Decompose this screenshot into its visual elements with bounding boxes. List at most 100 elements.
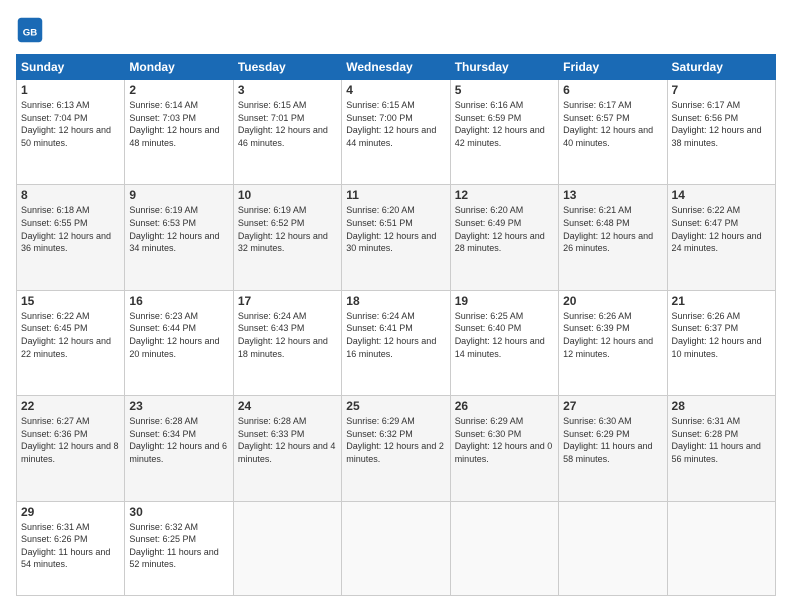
logo: GB	[16, 16, 48, 44]
day-number: 22	[21, 399, 120, 413]
calendar-cell: 19 Sunrise: 6:25 AMSunset: 6:40 PMDaylig…	[450, 290, 558, 395]
day-number: 28	[672, 399, 771, 413]
day-info: Sunrise: 6:24 AMSunset: 6:43 PMDaylight:…	[238, 310, 337, 360]
day-info: Sunrise: 6:22 AMSunset: 6:47 PMDaylight:…	[672, 204, 771, 254]
day-info: Sunrise: 6:17 AMSunset: 6:56 PMDaylight:…	[672, 99, 771, 149]
day-number: 9	[129, 188, 228, 202]
day-number: 3	[238, 83, 337, 97]
day-number: 1	[21, 83, 120, 97]
day-header-wednesday: Wednesday	[342, 55, 450, 80]
calendar-cell: 17 Sunrise: 6:24 AMSunset: 6:43 PMDaylig…	[233, 290, 341, 395]
calendar-cell: 12 Sunrise: 6:20 AMSunset: 6:49 PMDaylig…	[450, 185, 558, 290]
day-number: 14	[672, 188, 771, 202]
calendar-cell: 21 Sunrise: 6:26 AMSunset: 6:37 PMDaylig…	[667, 290, 775, 395]
day-info: Sunrise: 6:27 AMSunset: 6:36 PMDaylight:…	[21, 415, 120, 465]
day-header-sunday: Sunday	[17, 55, 125, 80]
calendar-cell: 11 Sunrise: 6:20 AMSunset: 6:51 PMDaylig…	[342, 185, 450, 290]
day-number: 15	[21, 294, 120, 308]
day-info: Sunrise: 6:23 AMSunset: 6:44 PMDaylight:…	[129, 310, 228, 360]
day-number: 16	[129, 294, 228, 308]
day-number: 10	[238, 188, 337, 202]
calendar-cell	[559, 501, 667, 595]
day-info: Sunrise: 6:14 AMSunset: 7:03 PMDaylight:…	[129, 99, 228, 149]
calendar-cell: 14 Sunrise: 6:22 AMSunset: 6:47 PMDaylig…	[667, 185, 775, 290]
calendar-cell: 25 Sunrise: 6:29 AMSunset: 6:32 PMDaylig…	[342, 396, 450, 501]
day-number: 12	[455, 188, 554, 202]
calendar-cell: 2 Sunrise: 6:14 AMSunset: 7:03 PMDayligh…	[125, 80, 233, 185]
day-info: Sunrise: 6:13 AMSunset: 7:04 PMDaylight:…	[21, 99, 120, 149]
day-info: Sunrise: 6:15 AMSunset: 7:01 PMDaylight:…	[238, 99, 337, 149]
day-header-monday: Monday	[125, 55, 233, 80]
day-info: Sunrise: 6:22 AMSunset: 6:45 PMDaylight:…	[21, 310, 120, 360]
day-info: Sunrise: 6:15 AMSunset: 7:00 PMDaylight:…	[346, 99, 445, 149]
day-info: Sunrise: 6:31 AMSunset: 6:26 PMDaylight:…	[21, 521, 120, 571]
day-info: Sunrise: 6:26 AMSunset: 6:37 PMDaylight:…	[672, 310, 771, 360]
day-number: 27	[563, 399, 662, 413]
day-info: Sunrise: 6:25 AMSunset: 6:40 PMDaylight:…	[455, 310, 554, 360]
day-number: 25	[346, 399, 445, 413]
day-info: Sunrise: 6:20 AMSunset: 6:49 PMDaylight:…	[455, 204, 554, 254]
day-number: 17	[238, 294, 337, 308]
day-header-tuesday: Tuesday	[233, 55, 341, 80]
calendar-cell	[342, 501, 450, 595]
calendar-cell: 26 Sunrise: 6:29 AMSunset: 6:30 PMDaylig…	[450, 396, 558, 501]
day-number: 21	[672, 294, 771, 308]
calendar-cell	[233, 501, 341, 595]
day-info: Sunrise: 6:17 AMSunset: 6:57 PMDaylight:…	[563, 99, 662, 149]
day-number: 13	[563, 188, 662, 202]
day-info: Sunrise: 6:32 AMSunset: 6:25 PMDaylight:…	[129, 521, 228, 571]
calendar-cell: 30 Sunrise: 6:32 AMSunset: 6:25 PMDaylig…	[125, 501, 233, 595]
day-info: Sunrise: 6:20 AMSunset: 6:51 PMDaylight:…	[346, 204, 445, 254]
calendar-cell: 10 Sunrise: 6:19 AMSunset: 6:52 PMDaylig…	[233, 185, 341, 290]
day-info: Sunrise: 6:28 AMSunset: 6:34 PMDaylight:…	[129, 415, 228, 465]
day-number: 19	[455, 294, 554, 308]
calendar-cell: 4 Sunrise: 6:15 AMSunset: 7:00 PMDayligh…	[342, 80, 450, 185]
calendar-cell: 13 Sunrise: 6:21 AMSunset: 6:48 PMDaylig…	[559, 185, 667, 290]
day-number: 26	[455, 399, 554, 413]
logo-icon: GB	[16, 16, 44, 44]
day-info: Sunrise: 6:30 AMSunset: 6:29 PMDaylight:…	[563, 415, 662, 465]
day-info: Sunrise: 6:21 AMSunset: 6:48 PMDaylight:…	[563, 204, 662, 254]
day-header-friday: Friday	[559, 55, 667, 80]
day-number: 5	[455, 83, 554, 97]
day-header-saturday: Saturday	[667, 55, 775, 80]
day-info: Sunrise: 6:31 AMSunset: 6:28 PMDaylight:…	[672, 415, 771, 465]
calendar-header: SundayMondayTuesdayWednesdayThursdayFrid…	[17, 55, 776, 80]
day-info: Sunrise: 6:19 AMSunset: 6:53 PMDaylight:…	[129, 204, 228, 254]
calendar-cell: 20 Sunrise: 6:26 AMSunset: 6:39 PMDaylig…	[559, 290, 667, 395]
day-info: Sunrise: 6:29 AMSunset: 6:30 PMDaylight:…	[455, 415, 554, 465]
calendar-cell: 22 Sunrise: 6:27 AMSunset: 6:36 PMDaylig…	[17, 396, 125, 501]
day-header-thursday: Thursday	[450, 55, 558, 80]
calendar-cell: 24 Sunrise: 6:28 AMSunset: 6:33 PMDaylig…	[233, 396, 341, 501]
calendar-cell: 1 Sunrise: 6:13 AMSunset: 7:04 PMDayligh…	[17, 80, 125, 185]
calendar-cell: 8 Sunrise: 6:18 AMSunset: 6:55 PMDayligh…	[17, 185, 125, 290]
day-number: 7	[672, 83, 771, 97]
day-info: Sunrise: 6:16 AMSunset: 6:59 PMDaylight:…	[455, 99, 554, 149]
calendar-cell	[450, 501, 558, 595]
calendar-body: 1 Sunrise: 6:13 AMSunset: 7:04 PMDayligh…	[17, 80, 776, 596]
day-number: 11	[346, 188, 445, 202]
calendar-cell: 6 Sunrise: 6:17 AMSunset: 6:57 PMDayligh…	[559, 80, 667, 185]
calendar-cell: 23 Sunrise: 6:28 AMSunset: 6:34 PMDaylig…	[125, 396, 233, 501]
day-number: 18	[346, 294, 445, 308]
day-number: 23	[129, 399, 228, 413]
day-number: 2	[129, 83, 228, 97]
day-info: Sunrise: 6:29 AMSunset: 6:32 PMDaylight:…	[346, 415, 445, 465]
calendar-cell: 7 Sunrise: 6:17 AMSunset: 6:56 PMDayligh…	[667, 80, 775, 185]
day-number: 24	[238, 399, 337, 413]
calendar-cell: 9 Sunrise: 6:19 AMSunset: 6:53 PMDayligh…	[125, 185, 233, 290]
day-info: Sunrise: 6:24 AMSunset: 6:41 PMDaylight:…	[346, 310, 445, 360]
day-info: Sunrise: 6:26 AMSunset: 6:39 PMDaylight:…	[563, 310, 662, 360]
day-info: Sunrise: 6:19 AMSunset: 6:52 PMDaylight:…	[238, 204, 337, 254]
day-number: 20	[563, 294, 662, 308]
day-number: 4	[346, 83, 445, 97]
day-number: 30	[129, 505, 228, 519]
day-number: 29	[21, 505, 120, 519]
calendar-cell: 27 Sunrise: 6:30 AMSunset: 6:29 PMDaylig…	[559, 396, 667, 501]
calendar-cell: 29 Sunrise: 6:31 AMSunset: 6:26 PMDaylig…	[17, 501, 125, 595]
calendar-cell: 18 Sunrise: 6:24 AMSunset: 6:41 PMDaylig…	[342, 290, 450, 395]
day-number: 6	[563, 83, 662, 97]
calendar-cell: 28 Sunrise: 6:31 AMSunset: 6:28 PMDaylig…	[667, 396, 775, 501]
calendar-cell: 16 Sunrise: 6:23 AMSunset: 6:44 PMDaylig…	[125, 290, 233, 395]
calendar-cell: 3 Sunrise: 6:15 AMSunset: 7:01 PMDayligh…	[233, 80, 341, 185]
